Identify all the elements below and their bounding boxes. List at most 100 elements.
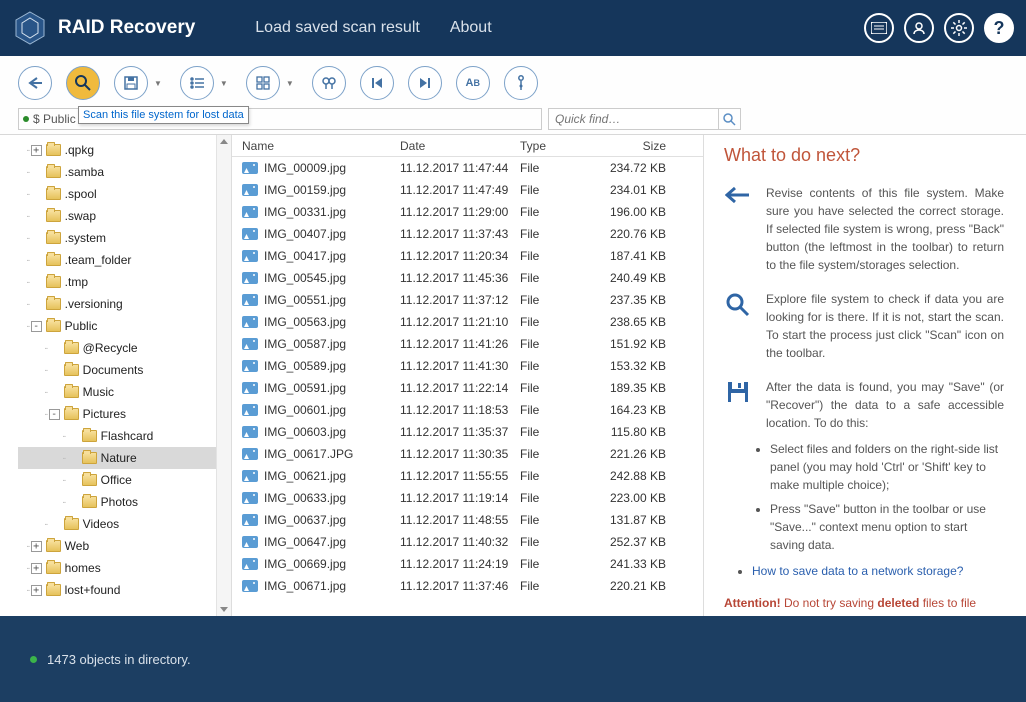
file-size: 223.00 KB: [582, 491, 680, 505]
settings-icon[interactable]: [944, 13, 974, 43]
file-type: File: [520, 183, 582, 197]
file-row[interactable]: IMG_00545.jpg11.12.2017 11:45:36File240.…: [232, 267, 703, 289]
view-grid-button[interactable]: [246, 66, 280, 100]
tree-item-documents[interactable]: ··+Documents: [18, 359, 231, 381]
folder-icon: [46, 254, 61, 266]
file-name: IMG_00009.jpg: [264, 161, 346, 175]
save-button[interactable]: [114, 66, 148, 100]
file-row[interactable]: IMG_00587.jpg11.12.2017 11:41:26File151.…: [232, 333, 703, 355]
tree-item-web[interactable]: ··+Web: [18, 535, 231, 557]
file-row[interactable]: IMG_00671.jpg11.12.2017 11:37:46File220.…: [232, 575, 703, 597]
tree-item--spool[interactable]: ··+.spool: [18, 183, 231, 205]
file-row[interactable]: IMG_00563.jpg11.12.2017 11:21:10File238.…: [232, 311, 703, 333]
tree-item-music[interactable]: ··+Music: [18, 381, 231, 403]
tree-item-nature[interactable]: ··+Nature: [18, 447, 231, 469]
file-row[interactable]: IMG_00591.jpg11.12.2017 11:22:14File189.…: [232, 377, 703, 399]
file-name: IMG_00589.jpg: [264, 359, 346, 373]
file-row[interactable]: IMG_00621.jpg11.12.2017 11:55:55File242.…: [232, 465, 703, 487]
file-row[interactable]: IMG_00551.jpg11.12.2017 11:37:12File237.…: [232, 289, 703, 311]
help-panel: What to do next? Revise contents of this…: [704, 135, 1022, 616]
file-row[interactable]: IMG_00331.jpg11.12.2017 11:29:00File196.…: [232, 201, 703, 223]
folder-icon: [46, 232, 61, 244]
col-date-header[interactable]: Date: [400, 139, 520, 153]
file-row[interactable]: IMG_00601.jpg11.12.2017 11:18:53File164.…: [232, 399, 703, 421]
file-row[interactable]: IMG_00009.jpg11.12.2017 11:47:44File234.…: [232, 157, 703, 179]
file-row[interactable]: IMG_00159.jpg11.12.2017 11:47:49File234.…: [232, 179, 703, 201]
menu-about[interactable]: About: [450, 19, 492, 37]
image-file-icon: [242, 580, 258, 592]
col-size-header[interactable]: Size: [582, 139, 680, 153]
tree-item--swap[interactable]: ··+.swap: [18, 205, 231, 227]
back-button[interactable]: [18, 66, 52, 100]
find-button[interactable]: [312, 66, 346, 100]
tree-item-office[interactable]: ··+Office: [18, 469, 231, 491]
collapse-icon[interactable]: -: [49, 409, 60, 420]
filter-button[interactable]: [504, 66, 538, 100]
folder-tree[interactable]: ··+.qpkg··+.samba··+.spool··+.swap··+.sy…: [18, 135, 232, 616]
file-type: File: [520, 271, 582, 285]
quick-find-search-icon[interactable]: [718, 109, 740, 129]
tree-item--versioning[interactable]: ··+.versioning: [18, 293, 231, 315]
view-list-dropdown[interactable]: ▼: [216, 79, 232, 88]
tree-item-homes[interactable]: ··+homes: [18, 557, 231, 579]
file-row[interactable]: IMG_00669.jpg11.12.2017 11:24:19File241.…: [232, 553, 703, 575]
file-row[interactable]: IMG_00603.jpg11.12.2017 11:35:37File115.…: [232, 421, 703, 443]
network-save-link[interactable]: How to save data to a network storage?: [752, 564, 963, 578]
grid-body[interactable]: IMG_00009.jpg11.12.2017 11:47:44File234.…: [232, 157, 703, 616]
file-size: 234.72 KB: [582, 161, 680, 175]
tree-item--tmp[interactable]: ··+.tmp: [18, 271, 231, 293]
tree-item-public[interactable]: ··-Public: [18, 315, 231, 337]
file-row[interactable]: IMG_00417.jpg11.12.2017 11:20:34File187.…: [232, 245, 703, 267]
help-icon[interactable]: ?: [984, 13, 1014, 43]
image-file-icon: [242, 338, 258, 350]
view-list-button[interactable]: [180, 66, 214, 100]
save-step-2: Press "Save" button in the toolbar or us…: [770, 500, 1004, 554]
file-type: File: [520, 579, 582, 593]
file-row[interactable]: IMG_00407.jpg11.12.2017 11:37:43File220.…: [232, 223, 703, 245]
tree-scrollbar[interactable]: [216, 135, 231, 616]
license-icon[interactable]: [864, 13, 894, 43]
tree-item-lost-found[interactable]: ··+lost+found: [18, 579, 231, 601]
view-grid-dropdown[interactable]: ▼: [282, 79, 298, 88]
file-row[interactable]: IMG_00647.jpg11.12.2017 11:40:32File252.…: [232, 531, 703, 553]
save-dropdown[interactable]: ▼: [150, 79, 166, 88]
next-button[interactable]: [408, 66, 442, 100]
tree-item--samba[interactable]: ··+.samba: [18, 161, 231, 183]
tree-item--qpkg[interactable]: ··+.qpkg: [18, 139, 231, 161]
tree-item-photos[interactable]: ··+Photos: [18, 491, 231, 513]
back-arrow-icon: [724, 184, 752, 274]
expand-icon[interactable]: +: [31, 541, 42, 552]
tree-item--team-folder[interactable]: ··+.team_folder: [18, 249, 231, 271]
tree-connector: ··: [26, 563, 29, 574]
file-row[interactable]: IMG_00589.jpg11.12.2017 11:41:30File153.…: [232, 355, 703, 377]
tree-item-videos[interactable]: ··+Videos: [18, 513, 231, 535]
expand-icon[interactable]: +: [31, 563, 42, 574]
prev-button[interactable]: [360, 66, 394, 100]
user-icon[interactable]: [904, 13, 934, 43]
file-row[interactable]: IMG_00617.JPG11.12.2017 11:30:35File221.…: [232, 443, 703, 465]
expand-icon[interactable]: +: [31, 145, 42, 156]
file-row[interactable]: IMG_00637.jpg11.12.2017 11:48:55File131.…: [232, 509, 703, 531]
tree-item--system[interactable]: ··+.system: [18, 227, 231, 249]
tree-connector: ··: [62, 453, 65, 464]
case-button[interactable]: AB: [456, 66, 490, 100]
quick-find-input[interactable]: [549, 109, 718, 129]
col-name-header[interactable]: Name: [232, 139, 400, 153]
tree-connector: ··: [44, 519, 47, 530]
folder-icon: [64, 364, 79, 376]
file-size: 242.88 KB: [582, 469, 680, 483]
file-name: IMG_00601.jpg: [264, 403, 346, 417]
file-row[interactable]: IMG_00633.jpg11.12.2017 11:19:14File223.…: [232, 487, 703, 509]
tree-item-label: Web: [65, 539, 89, 553]
tree-item--recycle[interactable]: ··+@Recycle: [18, 337, 231, 359]
menu-load-scan[interactable]: Load saved scan result: [255, 19, 420, 37]
col-type-header[interactable]: Type: [520, 139, 582, 153]
expand-icon[interactable]: +: [31, 585, 42, 596]
collapse-icon[interactable]: -: [31, 321, 42, 332]
image-file-icon: [242, 228, 258, 240]
scan-button[interactable]: [66, 66, 100, 100]
tree-item-pictures[interactable]: ··-Pictures: [18, 403, 231, 425]
tree-item-flashcard[interactable]: ··+Flashcard: [18, 425, 231, 447]
logo-icon: [12, 10, 48, 46]
view-list-group: ▼: [180, 66, 232, 100]
